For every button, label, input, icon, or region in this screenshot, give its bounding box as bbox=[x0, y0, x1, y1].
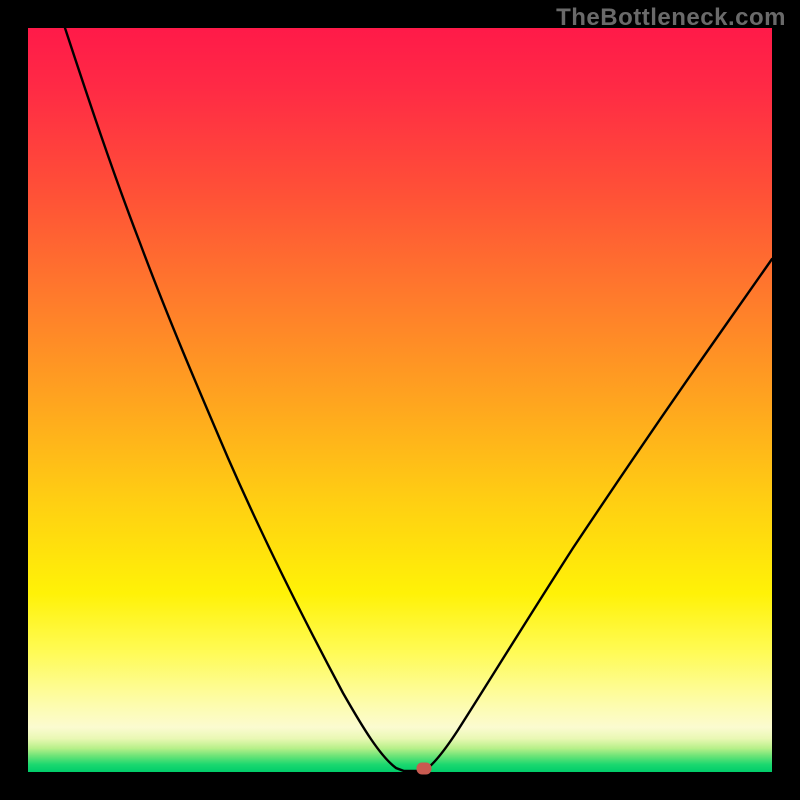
plot-area bbox=[28, 28, 772, 772]
bottleneck-curve bbox=[28, 28, 772, 772]
watermark-text: TheBottleneck.com bbox=[556, 4, 786, 32]
chart-frame: TheBottleneck.com bbox=[0, 0, 800, 800]
curve-path bbox=[65, 28, 772, 771]
bottleneck-marker bbox=[417, 763, 431, 774]
